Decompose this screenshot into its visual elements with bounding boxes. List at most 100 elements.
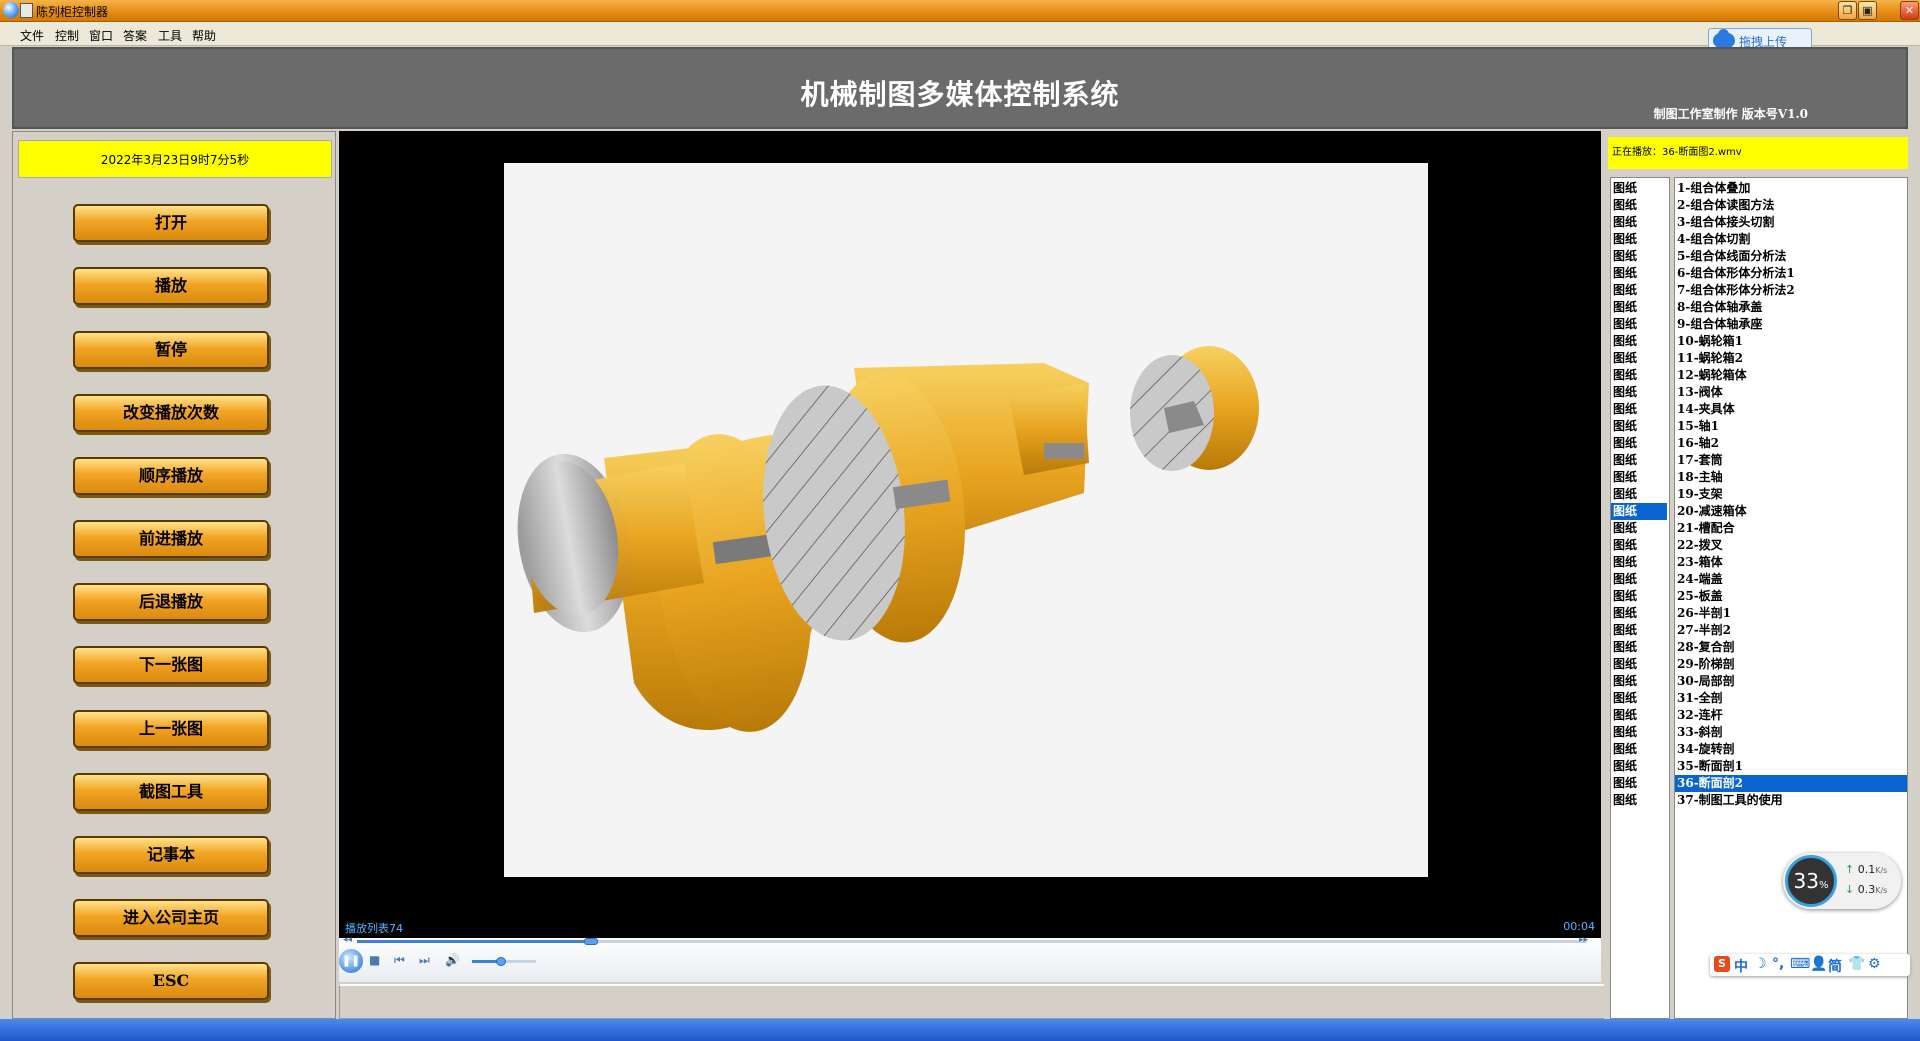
file-list-item[interactable]: 25-板盖	[1675, 588, 1907, 605]
notepad-button[interactable]: 记事本	[73, 836, 269, 874]
stop-icon[interactable]: ■	[369, 953, 380, 967]
file-list-item[interactable]: 26-半剖1	[1675, 605, 1907, 622]
ime-simplified-toggle[interactable]: 简	[1828, 956, 1842, 976]
category-item[interactable]: 图纸	[1611, 401, 1667, 418]
prev-icon[interactable]: ⏮	[394, 953, 405, 968]
file-list-item[interactable]: 32-连杆	[1675, 707, 1907, 724]
file-list-item[interactable]: 17-套筒	[1675, 452, 1907, 469]
category-item[interactable]: 图纸	[1611, 248, 1667, 265]
category-item[interactable]: 图纸	[1611, 197, 1667, 214]
category-item[interactable]: 图纸	[1611, 486, 1667, 503]
video-player[interactable]: 播放列表74 00:04	[339, 131, 1601, 938]
file-list-item[interactable]: 1-组合体叠加	[1675, 180, 1907, 197]
ime-logo-icon[interactable]: S	[1714, 956, 1730, 972]
tray-icon[interactable]: ▣	[1858, 1, 1877, 20]
category-item[interactable]: 图纸	[1611, 231, 1667, 248]
file-list-item[interactable]: 35-断面剖1	[1675, 758, 1907, 775]
category-item[interactable]: 图纸	[1611, 639, 1667, 656]
previous-image-button[interactable]: 上一张图	[73, 710, 269, 748]
file-list-item[interactable]: 24-端盖	[1675, 571, 1907, 588]
category-item[interactable]: 图纸	[1611, 571, 1667, 588]
category-item[interactable]: 图纸	[1611, 775, 1667, 792]
category-item[interactable]: 图纸	[1611, 724, 1667, 741]
category-item[interactable]: 图纸	[1611, 622, 1667, 639]
file-list-item[interactable]: 13-阀体	[1675, 384, 1907, 401]
restore-icon[interactable]: ❐	[1838, 1, 1857, 20]
file-list-item[interactable]: 2-组合体读图方法	[1675, 197, 1907, 214]
file-list-item[interactable]: 22-拨叉	[1675, 537, 1907, 554]
category-item[interactable]: 图纸	[1611, 452, 1667, 469]
category-item[interactable]: 图纸	[1611, 435, 1667, 452]
pause-icon[interactable]: ❚❚	[339, 949, 363, 973]
punctuation-icon[interactable]: °,	[1772, 956, 1784, 972]
category-item[interactable]: 图纸	[1611, 707, 1667, 724]
category-item[interactable]: 图纸	[1611, 469, 1667, 486]
file-list-item[interactable]: 34-旋转剖	[1675, 741, 1907, 758]
file-list-item[interactable]: 19-支架	[1675, 486, 1907, 503]
file-list-item[interactable]: 14-夹具体	[1675, 401, 1907, 418]
ime-chinese-toggle[interactable]: 中	[1734, 956, 1748, 976]
category-item[interactable]: 图纸	[1611, 792, 1667, 809]
file-list-item[interactable]: 31-全剖	[1675, 690, 1907, 707]
category-item[interactable]: 图纸	[1611, 316, 1667, 333]
file-list-item[interactable]: 33-斜剖	[1675, 724, 1907, 741]
sequential-play-button[interactable]: 顺序播放	[73, 457, 269, 495]
category-item[interactable]: 图纸	[1611, 673, 1667, 690]
file-list-item[interactable]: 20-减速箱体	[1675, 503, 1907, 520]
file-list-item[interactable]: 37-制图工具的使用	[1675, 792, 1907, 809]
rewind-icon[interactable]: ◂◂	[343, 935, 352, 945]
speaker-icon[interactable]: 🔊	[445, 953, 460, 967]
file-list-item[interactable]: 5-组合体线面分析法	[1675, 248, 1907, 265]
menu-window[interactable]: 窗口	[89, 27, 113, 44]
category-item[interactable]: 图纸	[1611, 282, 1667, 299]
company-homepage-button[interactable]: 进入公司主页	[73, 899, 269, 937]
category-item[interactable]: 图纸	[1611, 299, 1667, 316]
user-icon[interactable]: 👤	[1810, 956, 1827, 972]
backward-play-button[interactable]: 后退播放	[73, 583, 269, 621]
category-item[interactable]: 图纸	[1611, 656, 1667, 673]
pause-button[interactable]: 暂停	[73, 331, 269, 369]
app-icon[interactable]	[3, 2, 19, 18]
category-item[interactable]: 图纸	[1611, 605, 1667, 622]
file-list-item[interactable]: 23-箱体	[1675, 554, 1907, 571]
menu-control[interactable]: 控制	[55, 27, 79, 44]
category-item[interactable]: 图纸	[1611, 588, 1667, 605]
menu-answer[interactable]: 答案	[123, 27, 147, 44]
menu-file[interactable]: 文件	[20, 27, 44, 44]
file-list-item[interactable]: 9-组合体轴承座	[1675, 316, 1907, 333]
open-button[interactable]: 打开	[73, 204, 269, 242]
skin-icon[interactable]: 👕	[1848, 956, 1865, 972]
file-list-item[interactable]: 6-组合体形体分析法1	[1675, 265, 1907, 282]
file-list-item[interactable]: 28-复合剖	[1675, 639, 1907, 656]
seek-handle[interactable]	[583, 938, 598, 945]
category-item[interactable]: 图纸	[1611, 214, 1667, 231]
seek-bar[interactable]	[357, 938, 1587, 945]
category-item[interactable]: 图纸	[1611, 384, 1667, 401]
menu-tools[interactable]: 工具	[158, 27, 182, 44]
screenshot-tool-button[interactable]: 截图工具	[73, 773, 269, 811]
fast-forward-icon[interactable]: ▸▸	[1579, 935, 1588, 945]
file-list-item[interactable]: 36-断面剖2	[1675, 775, 1907, 792]
next-icon[interactable]: ⏭	[419, 953, 430, 968]
category-item[interactable]: 图纸	[1611, 180, 1667, 197]
next-image-button[interactable]: 下一张图	[73, 646, 269, 684]
file-list-item[interactable]: 10-蜗轮箱1	[1675, 333, 1907, 350]
category-item[interactable]: 图纸	[1611, 520, 1667, 537]
menu-help[interactable]: 帮助	[192, 27, 216, 44]
volume-slider[interactable]	[472, 957, 536, 966]
file-list-item[interactable]: 18-主轴	[1675, 469, 1907, 486]
file-list-item[interactable]: 15-轴1	[1675, 418, 1907, 435]
category-item[interactable]: 图纸	[1611, 503, 1667, 520]
file-list-item[interactable]: 30-局部剖	[1675, 673, 1907, 690]
file-list-item[interactable]: 8-组合体轴承盖	[1675, 299, 1907, 316]
file-list-item[interactable]: 27-半剖2	[1675, 622, 1907, 639]
category-item[interactable]: 图纸	[1611, 537, 1667, 554]
category-list[interactable]: 图纸 图纸 图纸 图纸 图纸 图纸 图纸 图纸 图纸 图纸 图纸 图纸 图纸 图纸 图纸 图纸 图纸 图纸 图纸 图纸…	[1610, 177, 1670, 1019]
change-play-count-button[interactable]: 改变播放次数	[73, 394, 269, 432]
file-list-item[interactable]: 29-阶梯剖	[1675, 656, 1907, 673]
category-item[interactable]: 图纸	[1611, 741, 1667, 758]
file-list-item[interactable]: 11-蜗轮箱2	[1675, 350, 1907, 367]
forward-play-button[interactable]: 前进播放	[73, 520, 269, 558]
file-list-item[interactable]: 7-组合体形体分析法2	[1675, 282, 1907, 299]
category-item[interactable]: 图纸	[1611, 333, 1667, 350]
